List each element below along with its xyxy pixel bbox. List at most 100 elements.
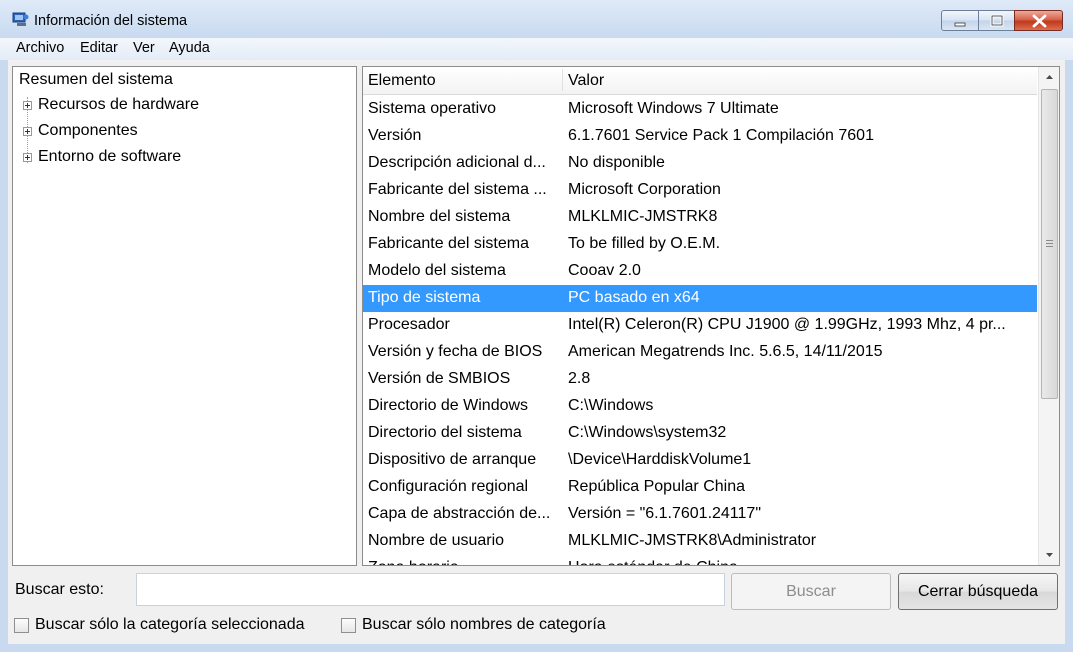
selected-category-only-option[interactable]: Buscar sólo la categoría seleccionada <box>14 616 324 636</box>
checkbox-label: Buscar sólo nombres de categoría <box>362 616 606 633</box>
menu-archivo[interactable]: Archivo <box>16 40 64 56</box>
cell-elemento: Fabricante del sistema ... <box>368 181 547 198</box>
minimize-button[interactable] <box>941 10 979 31</box>
expand-icon[interactable] <box>23 153 32 162</box>
table-row[interactable]: Capa de abstracción de... Versión = "6.1.… <box>363 501 1037 528</box>
system-info-window: Información del sistema Archivo Editar V… <box>0 0 1073 652</box>
close-button[interactable] <box>1014 10 1063 31</box>
close-search-button[interactable]: Cerrar búsqueda <box>898 573 1058 610</box>
column-header-valor[interactable]: Valor <box>568 72 604 90</box>
cell-elemento: Capa de abstracción de... <box>368 505 551 522</box>
menu-ayuda[interactable]: Ayuda <box>169 40 210 56</box>
cell-elemento: Tipo de sistema <box>368 289 481 306</box>
table-row[interactable]: Nombre de usuario MLKLMIC-JMSTRK8\Adminis… <box>363 528 1037 555</box>
cell-valor: 6.1.7601 Service Pack 1 Compilación 7601 <box>568 127 874 144</box>
cell-elemento: Procesador <box>368 316 450 333</box>
maximize-icon <box>990 14 1004 27</box>
search-input[interactable] <box>136 573 725 606</box>
cell-valor: 2.8 <box>568 370 591 387</box>
cell-valor: To be filled by O.E.M. <box>568 235 721 252</box>
cell-valor: C:\Windows\system32 <box>568 424 727 441</box>
table-row[interactable]: Nombre del sistema MLKLMIC-JMSTRK8 <box>363 204 1037 231</box>
cell-valor: Microsoft Corporation <box>568 181 721 198</box>
checkbox-label: Buscar sólo la categoría seleccionada <box>35 616 305 633</box>
cell-valor: Hora estándar de China <box>568 559 1030 565</box>
tree-item-label: Recursos de hardware <box>38 96 199 113</box>
grip-line <box>1046 243 1053 244</box>
scroll-down-arrow[interactable] <box>1039 545 1059 565</box>
expand-icon[interactable] <box>23 127 32 136</box>
table-row[interactable]: Modelo del sistema Cooav 2.0 <box>363 258 1037 285</box>
cell-elemento: Versión de SMBIOS <box>368 370 511 387</box>
details-list[interactable]: Elemento Valor Sistema operativo Microsof… <box>362 66 1060 566</box>
cell-valor: Cooav 2.0 <box>568 262 641 279</box>
cell-valor: Microsoft Windows 7 Ultimate <box>568 100 779 117</box>
list-rows: Sistema operativo Microsoft Windows 7 Ult… <box>363 96 1037 565</box>
cell-elemento: Nombre de usuario <box>368 532 505 549</box>
table-row[interactable]: Descripción adicional d... No disponible <box>363 150 1037 177</box>
tree-item-system-summary[interactable]: Resumen del sistema <box>19 71 173 89</box>
tree-item-label: Entorno de software <box>38 148 182 165</box>
cell-elemento: Dispositivo de arranque <box>368 451 537 468</box>
scroll-up-arrow[interactable] <box>1039 67 1059 87</box>
cell-elemento: Versión y fecha de BIOS <box>368 343 543 360</box>
menu-ver[interactable]: Ver <box>133 40 155 56</box>
grip-line <box>1046 240 1053 241</box>
table-row[interactable]: Configuración regional República Popular … <box>363 474 1037 501</box>
system-info-icon <box>12 12 29 27</box>
column-divider[interactable] <box>562 69 563 91</box>
table-row[interactable]: Directorio de Windows C:\Windows <box>363 393 1037 420</box>
minimize-icon <box>954 22 966 27</box>
cell-valor: MLKLMIC-JMSTRK8 <box>568 208 718 225</box>
menu-editar[interactable]: Editar <box>80 40 118 56</box>
vertical-scrollbar[interactable] <box>1038 67 1059 565</box>
table-row[interactable]: Tipo de sistema PC basado en x64 <box>363 285 1037 312</box>
table-row[interactable]: Versión de SMBIOS 2.8 <box>363 366 1037 393</box>
cell-valor: República Popular China <box>568 478 745 495</box>
cell-valor: Intel(R) Celeron(R) CPU J1900 @ 1.99GHz,… <box>568 316 1006 333</box>
search-button[interactable]: Buscar <box>731 573 891 610</box>
menu-bar: Archivo Editar Ver Ayuda <box>0 38 1073 60</box>
cell-valor: Versión = "6.1.7601.24117" <box>568 505 761 522</box>
grip-line <box>1046 246 1053 247</box>
cell-elemento: Fabricante del sistema <box>368 235 529 252</box>
list-header: Elemento Valor <box>363 67 1037 95</box>
table-row[interactable]: Versión 6.1.7601 Service Pack 1 Compilaci… <box>363 123 1037 150</box>
cell-valor: C:\Windows <box>568 397 654 414</box>
table-row[interactable]: Sistema operativo Microsoft Windows 7 Ult… <box>363 96 1037 123</box>
expand-icon[interactable] <box>23 101 32 110</box>
table-row[interactable]: Fabricante del sistema ... Microsoft Corp… <box>363 177 1037 204</box>
maximize-button[interactable] <box>978 10 1015 31</box>
tree-item-label: Componentes <box>38 122 138 139</box>
table-row[interactable]: Zona horaria Hora estándar de China <box>363 555 1037 565</box>
column-header-elemento[interactable]: Elemento <box>368 72 436 90</box>
selected-category-only-checkbox[interactable] <box>14 618 29 633</box>
cell-elemento: Nombre del sistema <box>368 208 511 225</box>
cell-elemento: Versión <box>368 127 422 144</box>
table-row[interactable]: Fabricante del sistema To be filled by O.… <box>363 231 1037 258</box>
cell-elemento: Configuración regional <box>368 478 529 495</box>
arrow-up-icon <box>1046 75 1053 79</box>
cell-elemento: Directorio de Windows <box>368 397 529 414</box>
cell-valor: MLKLMIC-JMSTRK8\Administrator <box>568 532 817 549</box>
search-label: Buscar esto: <box>15 581 104 598</box>
category-names-only-checkbox[interactable] <box>341 618 356 633</box>
cell-valor: \Device\HarddiskVolume1 <box>568 451 752 468</box>
title-bar[interactable]: Información del sistema <box>0 0 1073 38</box>
category-tree[interactable]: Resumen del sistema Recursos de hardware… <box>12 66 357 566</box>
cell-valor: PC basado en x64 <box>568 289 700 306</box>
cell-valor: No disponible <box>568 154 665 171</box>
cell-elemento: Sistema operativo <box>368 100 497 117</box>
cell-elemento: Directorio del sistema <box>368 424 522 441</box>
close-icon <box>1032 14 1047 28</box>
table-row[interactable]: Directorio del sistema C:\Windows\system3… <box>363 420 1037 447</box>
window-title: Información del sistema <box>34 13 188 29</box>
scroll-thumb[interactable] <box>1041 89 1058 399</box>
arrow-down-icon <box>1046 553 1053 557</box>
cell-elemento: Modelo del sistema <box>368 262 506 279</box>
table-row[interactable]: Procesador Intel(R) Celeron(R) CPU J1900 … <box>363 312 1037 339</box>
category-names-only-option[interactable]: Buscar sólo nombres de categoría <box>341 616 631 636</box>
table-row[interactable]: Versión y fecha de BIOS American Megatren… <box>363 339 1037 366</box>
table-row[interactable]: Dispositivo de arranque \Device\HarddiskV… <box>363 447 1037 474</box>
cell-valor: American Megatrends Inc. 5.6.5, 14/11/20… <box>568 343 883 360</box>
